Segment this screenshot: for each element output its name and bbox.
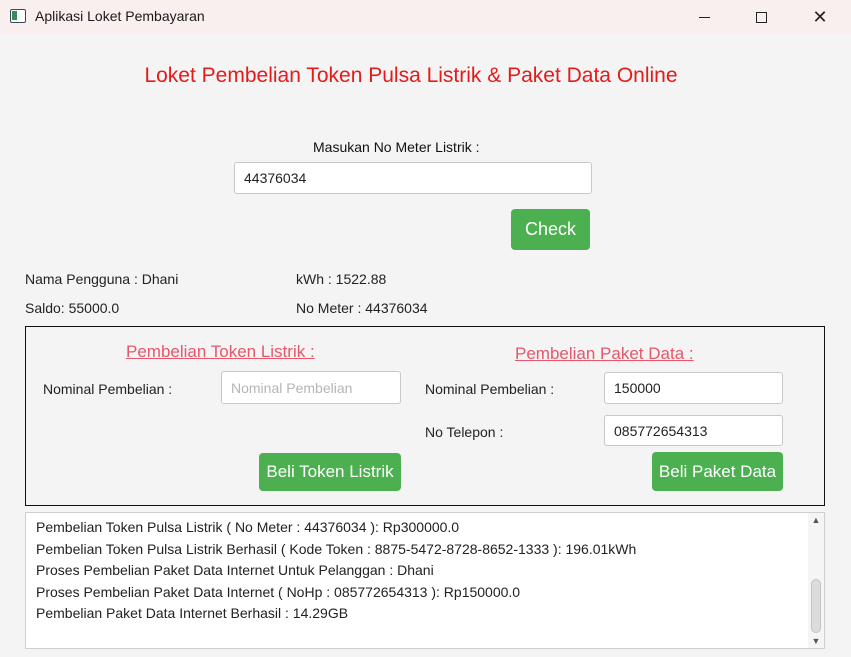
data-purchase-title: Pembelian Paket Data : bbox=[515, 344, 694, 363]
log-line: Pembelian Token Pulsa Listrik ( No Meter… bbox=[36, 519, 460, 535]
token-nominal-input[interactable] bbox=[221, 371, 401, 404]
customer-name: Nama Pengguna : Dhani bbox=[25, 271, 179, 287]
log-scrollbar[interactable]: ▲ ▼ bbox=[808, 513, 824, 648]
minimize-icon bbox=[698, 16, 710, 18]
maximize-button[interactable] bbox=[736, 0, 786, 34]
meter-number-input[interactable] bbox=[234, 162, 592, 194]
log-line: Proses Pembelian Paket Data Internet ( N… bbox=[36, 583, 521, 600]
app-window-icon bbox=[10, 9, 26, 23]
log-lines: Pembelian Token Pulsa Listrik ( No Meter… bbox=[36, 517, 806, 625]
token-purchase-title: Pembelian Token Listrik : bbox=[126, 342, 315, 361]
buy-token-button[interactable]: Beli Token Listrik bbox=[259, 453, 401, 491]
log-line: Proses Pembelian Paket Data Internet Unt… bbox=[36, 562, 434, 578]
page-title: Loket Pembelian Token Pulsa Listrik & Pa… bbox=[144, 64, 678, 87]
token-nominal-label: Nominal Pembelian : bbox=[43, 381, 173, 397]
customer-saldo: Saldo: 55000.0 bbox=[25, 300, 120, 316]
meter-number-label: Masukan No Meter Listrik : bbox=[313, 139, 480, 155]
minimize-button[interactable] bbox=[679, 0, 729, 34]
scroll-up-arrow-icon[interactable]: ▲ bbox=[808, 513, 824, 527]
title-bar: Aplikasi Loket Pembayaran ✕ bbox=[0, 0, 851, 34]
data-nominal-input[interactable] bbox=[604, 372, 783, 404]
maximize-icon bbox=[755, 11, 767, 23]
phone-number-label: No Telepon : bbox=[425, 424, 504, 440]
log-line: Pembelian Token Pulsa Listrik Berhasil (… bbox=[36, 540, 637, 557]
close-icon: ✕ bbox=[812, 6, 828, 27]
data-nominal-label: Nominal Pembelian : bbox=[425, 381, 555, 397]
log-line: Pembelian Paket Data Internet Berhasil :… bbox=[36, 605, 349, 621]
phone-number-input[interactable] bbox=[604, 415, 783, 446]
buy-data-package-button[interactable]: Beli Paket Data bbox=[652, 452, 783, 491]
scrollbar-thumb[interactable] bbox=[811, 579, 821, 633]
scroll-down-arrow-icon[interactable]: ▼ bbox=[808, 634, 824, 648]
customer-kwh: kWh : 1522.88 bbox=[296, 271, 387, 287]
close-button[interactable]: ✕ bbox=[795, 0, 845, 34]
customer-meter-number: No Meter : 44376034 bbox=[296, 300, 428, 316]
check-button[interactable]: Check bbox=[511, 209, 590, 250]
transaction-log[interactable]: Pembelian Token Pulsa Listrik ( No Meter… bbox=[25, 512, 825, 649]
window-title: Aplikasi Loket Pembayaran bbox=[35, 8, 205, 24]
